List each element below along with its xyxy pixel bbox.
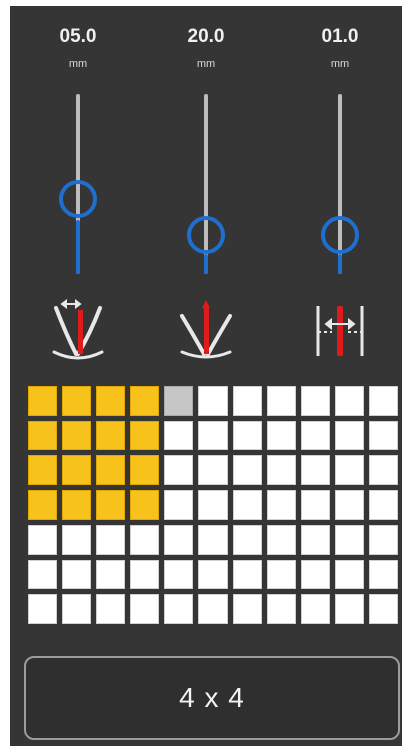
grid-cell[interactable]	[266, 420, 296, 451]
grid-cell[interactable]	[334, 524, 364, 555]
grid-cell[interactable]	[266, 594, 296, 624]
grid-cell[interactable]	[368, 559, 398, 590]
grid-cell[interactable]	[198, 420, 228, 451]
angle-narrow-icon	[180, 300, 232, 359]
grid-cell[interactable]	[300, 455, 330, 486]
gap-width-icon	[316, 306, 364, 356]
grid-cell[interactable]	[130, 559, 160, 590]
slider-3-handle[interactable]	[321, 216, 359, 254]
grid-cell[interactable]	[62, 420, 92, 451]
grid-cell[interactable]	[62, 490, 92, 520]
grid-cell[interactable]	[130, 490, 160, 520]
grid-cell[interactable]	[266, 490, 296, 520]
grid-cell[interactable]	[28, 490, 58, 520]
slider-3-unit: mm	[330, 58, 350, 70]
grid-cell[interactable]	[334, 455, 364, 486]
grid-cell[interactable]	[130, 594, 160, 624]
grid-cell[interactable]	[96, 524, 126, 555]
grid-cell[interactable]	[232, 559, 262, 590]
grid-cell[interactable]	[28, 455, 58, 486]
grid-cell[interactable]	[266, 559, 296, 590]
grid-cell[interactable]	[28, 386, 58, 416]
grid-cell[interactable]	[198, 559, 228, 590]
slider-3-fill	[338, 254, 342, 274]
grid-cell[interactable]	[300, 559, 330, 590]
grid-cell[interactable]	[300, 524, 330, 555]
grid-cell[interactable]	[164, 420, 194, 451]
grid-cell[interactable]	[266, 455, 296, 486]
grid-cell[interactable]	[96, 490, 126, 520]
grid-cell[interactable]	[334, 594, 364, 624]
grid-cell[interactable]	[198, 386, 228, 416]
grid-cell[interactable]	[198, 594, 228, 624]
grid-cell[interactable]	[232, 386, 262, 416]
grid-cell[interactable]	[130, 524, 160, 555]
grid-cell[interactable]	[300, 490, 330, 520]
slider-group-1: 05.0 mm	[28, 6, 128, 386]
grid-cell[interactable]	[164, 594, 194, 624]
grid-size-button[interactable]: 4 x 4	[24, 656, 400, 740]
grid-cell[interactable]	[232, 420, 262, 451]
grid-cell[interactable]	[334, 559, 364, 590]
grid-cell[interactable]	[164, 386, 194, 416]
grid-cell[interactable]	[164, 455, 194, 486]
slider-2-value: 20.0	[187, 26, 225, 47]
grid-cell[interactable]	[96, 559, 126, 590]
grid-cell[interactable]	[164, 559, 194, 590]
slider-1-unit: mm	[68, 58, 88, 70]
grid-cell[interactable]	[164, 490, 194, 520]
grid-cell[interactable]	[232, 594, 262, 624]
slider-1-fill	[76, 220, 80, 274]
grid-cell[interactable]	[28, 594, 58, 624]
grid-cell[interactable]	[96, 386, 126, 416]
grid-cell[interactable]	[232, 490, 262, 520]
grid-cell[interactable]	[368, 455, 398, 486]
grid-cell[interactable]	[130, 420, 160, 451]
angle-spread-icon	[52, 299, 104, 360]
grid-cell[interactable]	[198, 490, 228, 520]
grid-cell[interactable]	[266, 386, 296, 416]
grid-cell[interactable]	[198, 524, 228, 555]
grid-cell[interactable]	[198, 455, 228, 486]
grid-cell[interactable]	[62, 455, 92, 486]
grid-cell[interactable]	[96, 594, 126, 624]
slider-1-value: 05.0	[59, 26, 97, 47]
grid-cell[interactable]	[368, 594, 398, 624]
slider-2-handle[interactable]	[187, 216, 225, 254]
grid-cell[interactable]	[96, 455, 126, 486]
slider-group-3: 01.0 mm	[290, 6, 390, 386]
settings-panel: 05.0 mm 20.0 mm 01.0 mm 4 x 4	[10, 6, 402, 746]
grid-cell[interactable]	[334, 490, 364, 520]
grid-cell[interactable]	[28, 559, 58, 590]
grid-cell[interactable]	[334, 386, 364, 416]
grid-cell[interactable]	[300, 386, 330, 416]
grid-cell[interactable]	[232, 455, 262, 486]
grid-cell[interactable]	[62, 524, 92, 555]
grid-cell[interactable]	[164, 524, 194, 555]
grid-cell[interactable]	[130, 455, 160, 486]
grid-cell[interactable]	[62, 594, 92, 624]
grid-cell[interactable]	[266, 524, 296, 555]
slider-2-unit: mm	[196, 58, 216, 70]
grid-cell[interactable]	[130, 386, 160, 416]
grid-cell[interactable]	[96, 420, 126, 451]
grid-cell[interactable]	[334, 420, 364, 451]
grid-cell[interactable]	[300, 594, 330, 624]
grid-cell[interactable]	[62, 386, 92, 416]
grid-cell[interactable]	[232, 524, 262, 555]
grid-cell[interactable]	[28, 420, 58, 451]
grid-cell[interactable]	[368, 524, 398, 555]
grid-cell[interactable]	[368, 420, 398, 451]
slider-group-2: 20.0 mm	[156, 6, 256, 386]
grid-cell[interactable]	[300, 420, 330, 451]
slider-2-fill	[204, 254, 208, 274]
grid-cell[interactable]	[368, 386, 398, 416]
grid-cell[interactable]	[368, 490, 398, 520]
grid-size-selector[interactable]	[28, 386, 398, 624]
slider-3-value: 01.0	[321, 26, 359, 47]
slider-1-handle[interactable]	[59, 180, 97, 218]
grid-cell[interactable]	[28, 524, 58, 555]
grid-cell[interactable]	[62, 559, 92, 590]
